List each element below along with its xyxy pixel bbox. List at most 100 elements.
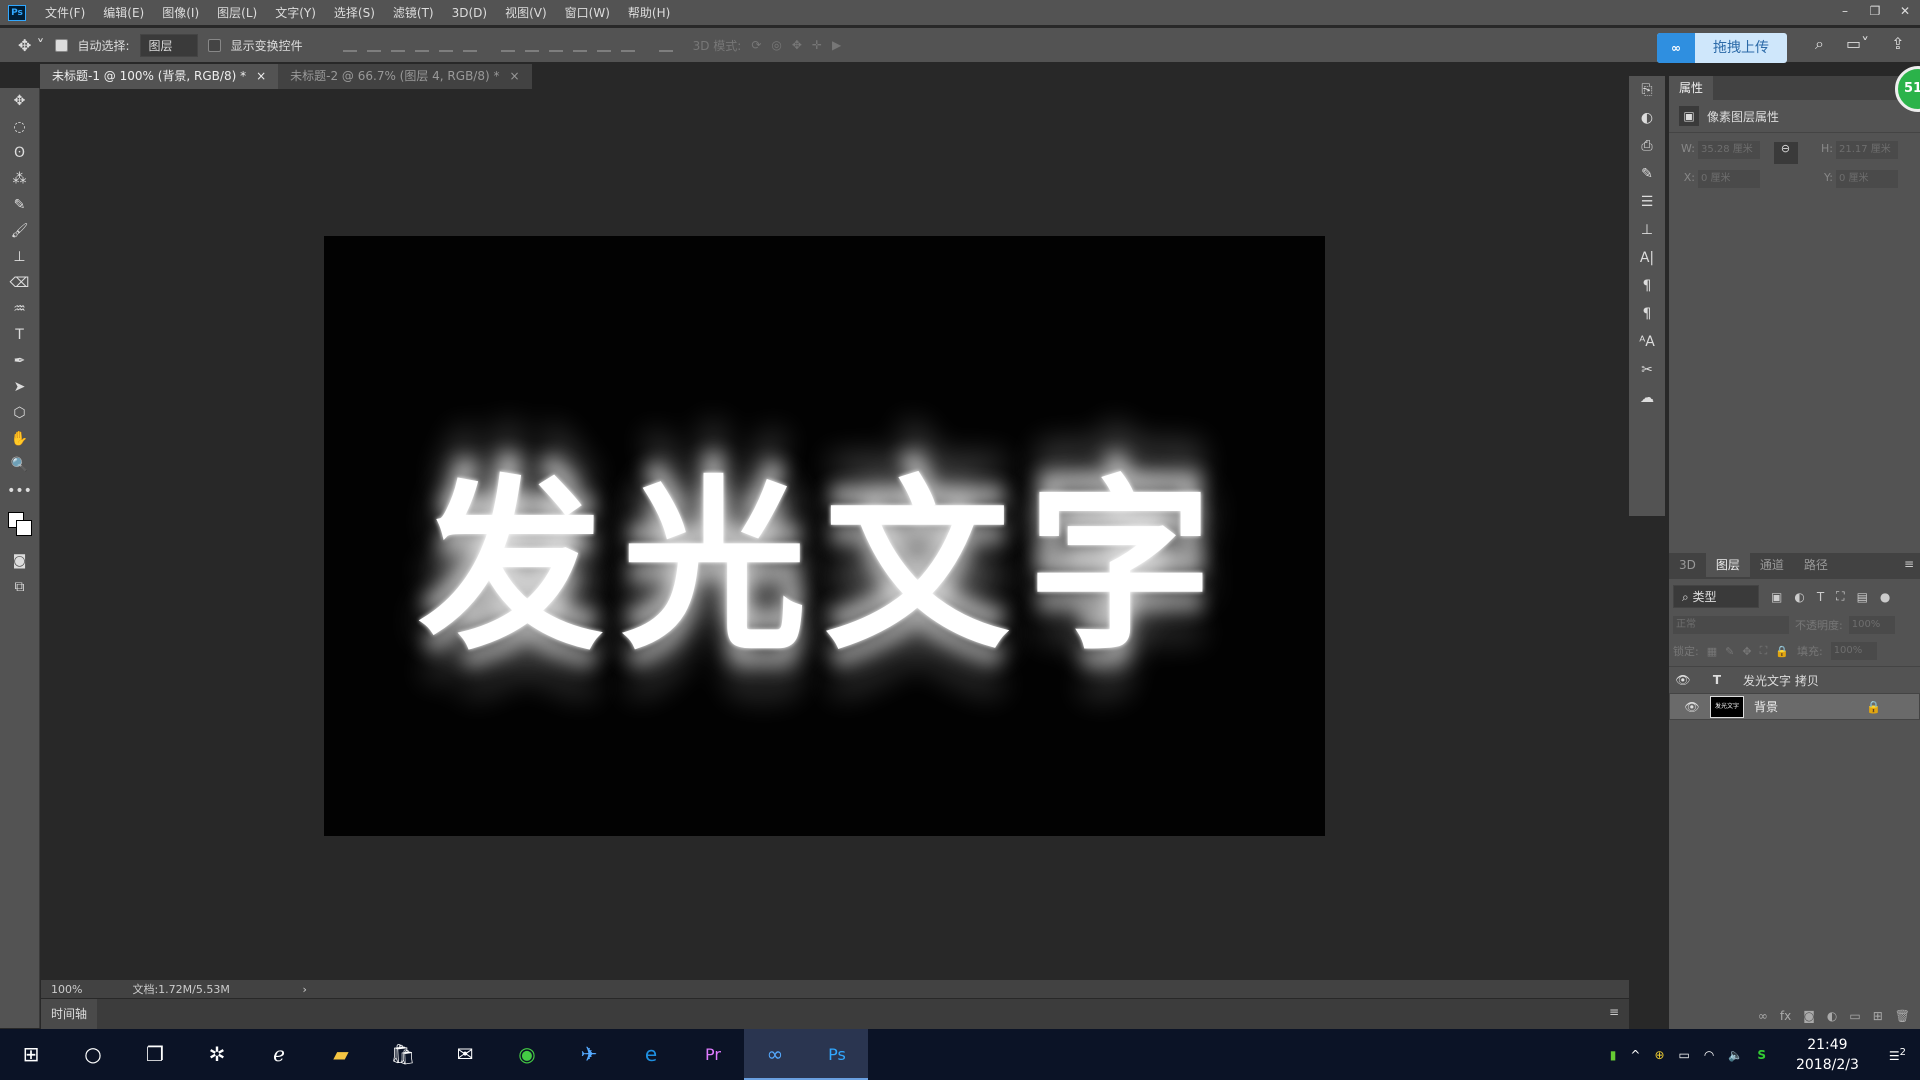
align-right-icon[interactable] <box>463 38 477 52</box>
mask-icon[interactable]: ◙ <box>1803 1009 1815 1023</box>
move-tool-icon[interactable]: ✥ <box>0 88 39 114</box>
lock-transparent-icon[interactable]: ▦ <box>1707 645 1717 658</box>
filter-adjust-icon[interactable]: ◐ <box>1794 590 1804 604</box>
magic-wand-icon[interactable]: ⁂ <box>0 166 39 192</box>
paint-bucket-icon[interactable]: ♒ <box>0 296 39 322</box>
clone-source-icon[interactable]: ⊥ <box>1629 216 1665 244</box>
marquee-tool-icon[interactable]: ◌ <box>0 114 39 140</box>
zoom-level[interactable]: 100% <box>41 983 92 996</box>
sogou-icon[interactable]: S <box>1757 1048 1766 1062</box>
share-icon[interactable]: ⇪ <box>1891 34 1904 54</box>
wifi-icon[interactable]: ◠ <box>1704 1048 1714 1062</box>
ie-icon[interactable]: ℯ <box>248 1029 310 1080</box>
link-layers-icon[interactable]: ∞ <box>1758 1009 1768 1023</box>
visibility-eye-icon[interactable]: 👁 <box>1678 700 1706 714</box>
color-swatches-icon[interactable] <box>0 504 39 548</box>
volume-icon[interactable]: 🔈 <box>1728 1048 1743 1062</box>
pen-tool-icon[interactable]: ✒ <box>0 348 39 374</box>
auto-select-dropdown[interactable]: 图层 <box>140 34 198 57</box>
fx-icon[interactable]: fx <box>1780 1009 1791 1023</box>
stamp-tool-icon[interactable]: ⊥ <box>0 244 39 270</box>
menu-window[interactable]: 窗口(W) <box>556 4 619 21</box>
actions-icon[interactable]: ⎙ <box>1629 132 1665 160</box>
distribute-left-icon[interactable] <box>573 38 587 52</box>
3d-tools-icon[interactable]: ⟳◎✥✛▶ <box>751 38 851 52</box>
filter-toggle-icon[interactable]: ● <box>1880 590 1890 604</box>
x-field[interactable]: 0 厘米 <box>1698 170 1760 188</box>
paragraph-styles-icon[interactable]: ¶ <box>1629 300 1665 328</box>
restore-icon[interactable]: ❐ <box>1860 0 1890 25</box>
menu-3d[interactable]: 3D(D) <box>443 6 496 20</box>
upload-button[interactable]: ∞ 拖拽上传 <box>1657 33 1787 63</box>
opacity-field[interactable]: 100% <box>1849 616 1895 634</box>
distribute-vcenter-icon[interactable] <box>525 38 539 52</box>
shape-tool-icon[interactable]: ⬡ <box>0 400 39 426</box>
360-icon[interactable]: ⊕ <box>1654 1048 1664 1062</box>
panel-menu-icon[interactable]: ≡ <box>1609 1005 1619 1019</box>
file-explorer-icon[interactable]: ▰ <box>310 1029 372 1080</box>
layer-row[interactable]: 👁 T 发光文字 拷贝 <box>1669 666 1920 693</box>
visibility-eye-icon[interactable]: 👁 <box>1669 673 1697 687</box>
search-icon[interactable]: ⌕ <box>1815 34 1824 54</box>
close-tab-icon[interactable]: × <box>509 69 519 83</box>
distribute-bottom-icon[interactable] <box>549 38 563 52</box>
align-vcenter-icon[interactable] <box>367 38 381 52</box>
auto-align-icon[interactable] <box>659 38 673 52</box>
more-tools-icon[interactable]: ••• <box>0 478 39 504</box>
group-icon[interactable]: ▭ <box>1849 1009 1860 1023</box>
align-left-icon[interactable] <box>415 38 429 52</box>
zoom-tool-icon[interactable]: 🔍 <box>0 452 39 478</box>
document-canvas[interactable]: 发光文字 <box>324 236 1325 836</box>
edge-icon[interactable]: e <box>620 1029 682 1080</box>
history-icon[interactable]: ⎘ <box>1629 76 1665 104</box>
type-tool-icon[interactable]: T <box>0 322 39 348</box>
screen-mode-icon[interactable]: ⧉ <box>0 574 39 600</box>
blend-mode-dropdown[interactable]: 正常 <box>1673 616 1789 634</box>
tab-layers[interactable]: 图层 <box>1706 553 1750 577</box>
tab-channels[interactable]: 通道 <box>1750 553 1794 577</box>
fan-app-icon[interactable]: ✲ <box>186 1029 248 1080</box>
usb-icon[interactable]: ▮ <box>1610 1048 1617 1062</box>
height-field[interactable]: 21.17 厘米 <box>1836 141 1898 159</box>
align-hcenter-icon[interactable] <box>439 38 453 52</box>
paragraph-icon[interactable]: ¶ <box>1629 272 1665 300</box>
tool-presets-icon[interactable]: ✂ <box>1629 356 1665 384</box>
path-select-icon[interactable]: ➤ <box>0 374 39 400</box>
eraser-tool-icon[interactable]: ⌫ <box>0 270 39 296</box>
quick-mask-icon[interactable]: ◙ <box>0 548 39 574</box>
clock[interactable]: 21:492018/2/3 <box>1796 1035 1859 1075</box>
brush-presets-icon[interactable]: ✎ <box>1629 160 1665 188</box>
libraries-icon[interactable]: ☁ <box>1629 384 1665 412</box>
tab-paths[interactable]: 路径 <box>1794 553 1838 577</box>
battery-icon[interactable]: ▭ <box>1679 1048 1690 1062</box>
workspace-icon[interactable]: ▭˅ <box>1846 34 1869 54</box>
character-icon[interactable]: A| <box>1629 244 1665 272</box>
distribute-top-icon[interactable] <box>501 38 515 52</box>
action-center-icon[interactable]: ☰2 <box>1889 1047 1906 1063</box>
menu-file[interactable]: 文件(F) <box>36 4 94 21</box>
fill-field[interactable]: 100% <box>1831 642 1877 660</box>
minimize-icon[interactable]: – <box>1830 0 1860 25</box>
lasso-tool-icon[interactable]: ʘ <box>0 140 39 166</box>
lock-all-icon[interactable]: 🔒 <box>1775 645 1789 658</box>
premiere-icon[interactable]: Pr <box>682 1029 744 1080</box>
filter-type-icon[interactable]: T <box>1817 590 1824 604</box>
timeline-tab[interactable]: 时间轴 <box>41 999 97 1029</box>
lock-artboard-icon[interactable]: ⛶ <box>1760 644 1768 658</box>
show-transform-checkbox[interactable] <box>208 39 221 52</box>
hand-tool-icon[interactable]: ✋ <box>0 426 39 452</box>
browser-360-icon[interactable]: ◉ <box>496 1029 558 1080</box>
y-field[interactable]: 0 厘米 <box>1836 170 1898 188</box>
brush-settings-icon[interactable]: ☰ <box>1629 188 1665 216</box>
width-field[interactable]: 35.28 厘米 <box>1698 141 1760 159</box>
align-bottom-icon[interactable] <box>391 38 405 52</box>
brush-tool-icon[interactable]: 🖌 <box>0 218 39 244</box>
close-tab-icon[interactable]: × <box>256 69 266 83</box>
auto-select-checkbox[interactable] <box>55 39 68 52</box>
tray-expand-icon[interactable]: ^ <box>1630 1048 1640 1062</box>
cortana-icon[interactable]: ○ <box>62 1029 124 1080</box>
task-view-icon[interactable]: ❐ <box>124 1029 186 1080</box>
menu-select[interactable]: 选择(S) <box>325 4 384 21</box>
filter-smart-icon[interactable]: ▤ <box>1857 590 1868 604</box>
mail-icon[interactable]: ✉ <box>434 1029 496 1080</box>
